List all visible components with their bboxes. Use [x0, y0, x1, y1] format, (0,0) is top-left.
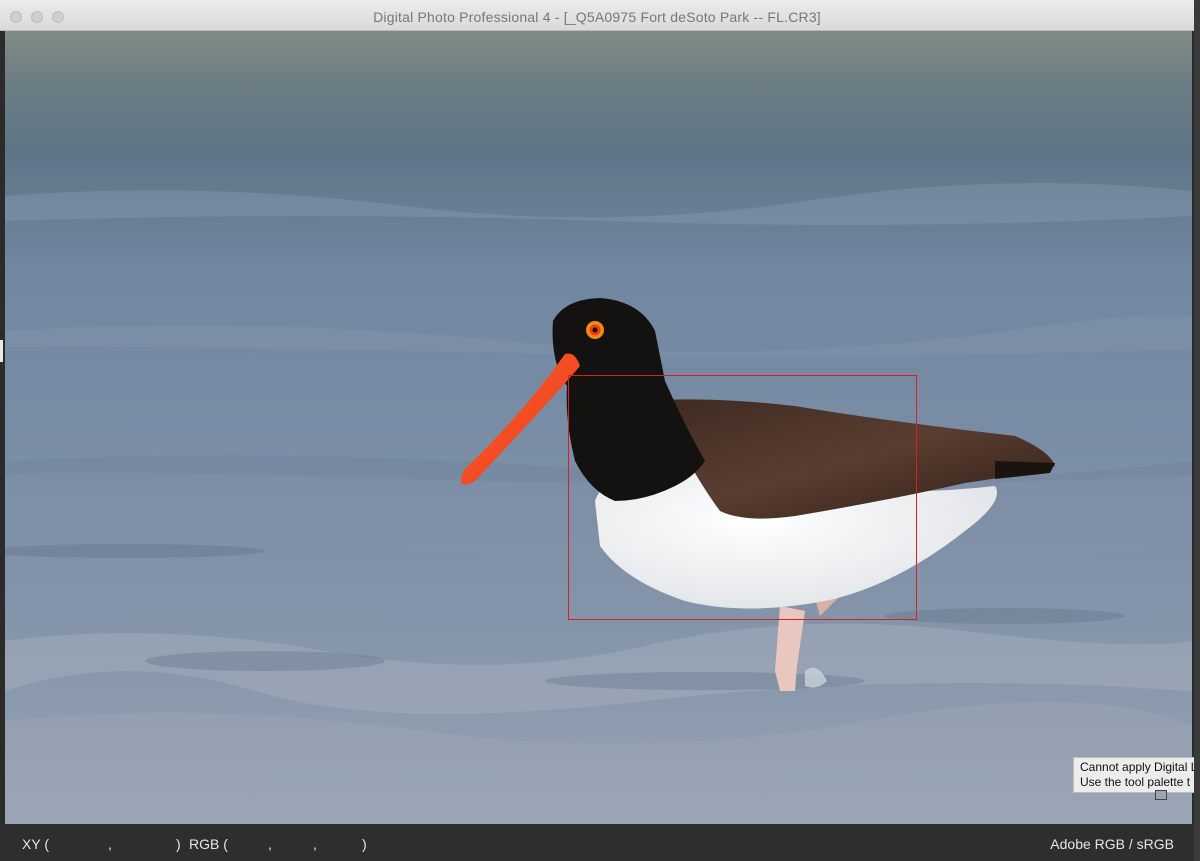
rgb-close: ): [362, 836, 367, 852]
navigator-icon[interactable]: [1155, 790, 1167, 800]
xy-separator: ,: [108, 836, 112, 852]
tooltip-line-1: Cannot apply Digital L: [1080, 760, 1198, 774]
left-edge-marker: [0, 340, 3, 362]
image-preview[interactable]: [5, 31, 1192, 824]
title-bar: Digital Photo Professional 4 - [_Q5A0975…: [0, 0, 1194, 31]
window-title: Digital Photo Professional 4 - [_Q5A0975…: [373, 9, 821, 25]
xy-label: XY (: [22, 836, 49, 852]
tooltip-line-2: Use the tool palette t: [1080, 775, 1191, 789]
tool-palette-edge: [1194, 0, 1200, 861]
focus-frame: [568, 375, 917, 620]
rgb-separator-1: ,: [268, 836, 272, 852]
status-bar: XY ( , ) RGB ( , , ) Adobe RGB / sRGB: [0, 824, 1194, 861]
tooltip: Cannot apply Digital L Use the tool pale…: [1073, 757, 1200, 793]
rgb-label: RGB (: [189, 836, 228, 852]
color-space-label: Adobe RGB / sRGB: [1050, 836, 1174, 852]
rgb-separator-2: ,: [313, 836, 317, 852]
xy-close: ): [176, 836, 181, 852]
